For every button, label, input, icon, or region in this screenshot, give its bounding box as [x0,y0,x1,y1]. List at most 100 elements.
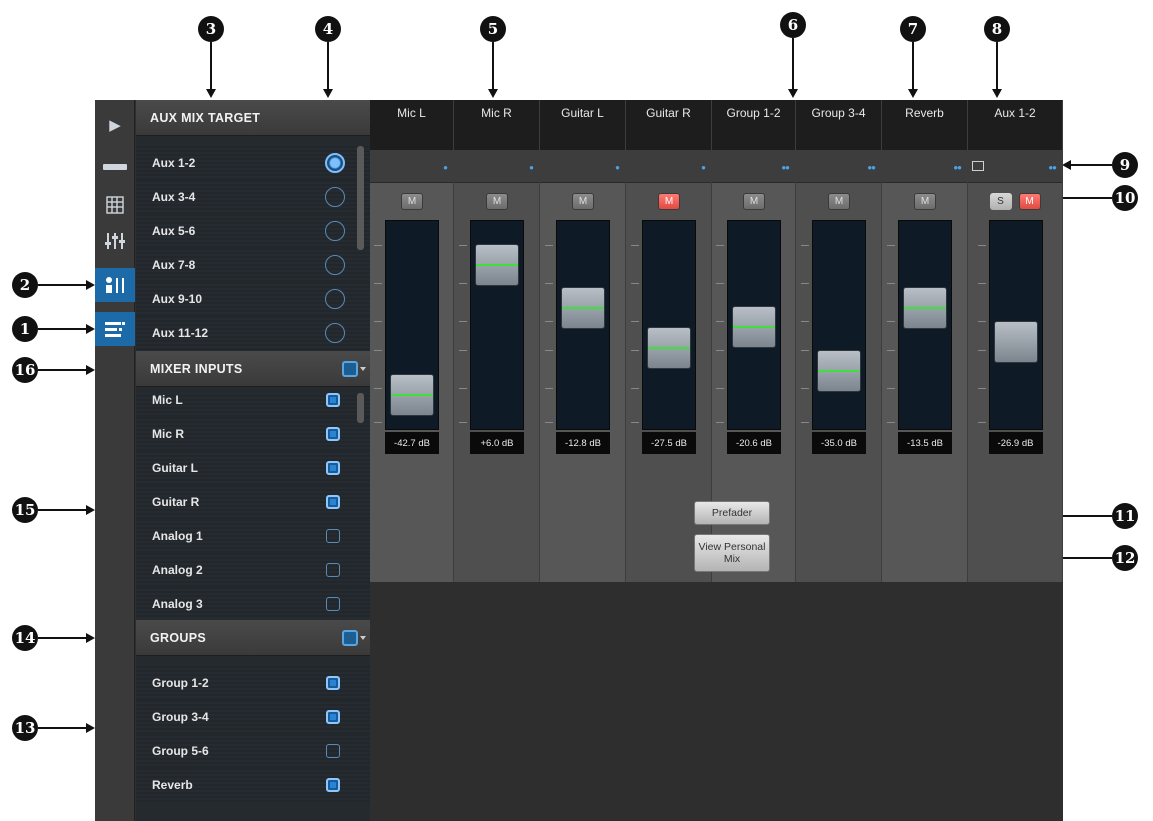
fader-handle[interactable] [647,327,691,369]
mute-button[interactable]: M [914,193,936,210]
checkbox[interactable] [326,495,340,509]
mixer-app-window: ▶ AUX MIX TARGET Aux 1-2 Aux 3-4 Aux 5-6… [95,100,1063,821]
db-readout: -20.6 dB [727,432,781,454]
scale-tick [801,283,809,284]
input-row[interactable]: Mic R [136,417,370,451]
fader-handle[interactable] [817,350,861,392]
db-readout: -26.9 dB [988,432,1043,454]
pan-strip[interactable]: ●● [796,150,881,183]
checkbox[interactable] [326,597,340,611]
pan-strip[interactable]: ●● [712,150,795,183]
mute-button[interactable]: M [1018,193,1041,210]
fader-handle[interactable] [561,287,605,329]
checkbox[interactable] [326,744,340,758]
radio-button[interactable] [325,289,345,309]
fader-track[interactable] [556,220,610,430]
fader-handle[interactable] [475,244,519,286]
checkbox[interactable] [326,563,340,577]
checkbox[interactable] [326,778,340,792]
group-row[interactable]: Reverb [136,768,370,802]
input-row[interactable]: Analog 1 [136,519,370,553]
mute-button[interactable]: M [658,193,680,210]
fader-track[interactable] [988,220,1043,430]
view-personal-mix-button[interactable]: View Personal Mix [694,534,770,572]
aux-target-row[interactable]: Aux 11-12 [136,316,370,350]
radio-button[interactable] [325,255,345,275]
mute-button[interactable]: M [828,193,850,210]
scale-tick [887,245,895,246]
checkbox[interactable] [326,676,340,690]
mute-button[interactable]: M [486,193,508,210]
mixer-inputs-select-all[interactable] [342,361,358,377]
link-icon[interactable] [972,161,984,171]
input-row[interactable]: Guitar L [136,451,370,485]
scale-tick [977,388,986,389]
scale-tick [374,245,382,246]
checkbox[interactable] [326,393,340,407]
list-view-icon[interactable] [95,312,135,346]
group-row[interactable]: Group 3-4 [136,700,370,734]
scale-tick [545,422,553,423]
checkbox[interactable] [326,427,340,441]
checkbox[interactable] [326,461,340,475]
input-row[interactable]: Mic L [136,393,370,417]
group-row[interactable]: Group 5-6 [136,734,370,768]
mute-button[interactable]: M [743,193,765,210]
checkbox[interactable] [326,710,340,724]
group-row[interactable]: Group 1-2 [136,666,370,700]
input-row[interactable]: Analog 3 [136,587,370,619]
fader-track[interactable] [727,220,781,430]
groups-header[interactable]: GROUPS [136,620,370,656]
radio-button[interactable] [325,153,345,173]
mixer-inputs-header[interactable]: MIXER INPUTS [136,351,370,387]
callout-5: 5 [480,16,506,42]
mute-button[interactable]: M [401,193,423,210]
radio-button[interactable] [325,187,345,207]
pan-strip[interactable]: ● [454,150,539,183]
input-row[interactable]: Analog 2 [136,553,370,587]
fader-handle[interactable] [993,321,1038,363]
fader-track[interactable] [642,220,696,430]
db-readout: -42.7 dB [385,432,439,454]
checkbox[interactable] [326,529,340,543]
scale-tick [631,388,639,389]
fader-track[interactable] [812,220,866,430]
radio-button[interactable] [325,323,345,343]
device-icon[interactable] [95,150,135,184]
pan-strip[interactable]: ● [626,150,711,183]
groups-select-all[interactable] [342,630,358,646]
fader-handle[interactable] [903,287,947,329]
solo-button[interactable]: S [989,193,1012,210]
aux-mix-icon[interactable] [95,268,135,302]
fader-handle[interactable] [732,306,776,348]
chevron-down-icon[interactable] [360,367,366,371]
aux-target-row[interactable]: Aux 5-6 [136,214,370,248]
aux-target-row[interactable]: Aux 3-4 [136,180,370,214]
pan-strip[interactable]: ● [370,150,453,183]
channel-strip: Group 3-4 ●● M -35.0 dB [796,100,882,582]
pan-strip[interactable]: ● [540,150,625,183]
aux-target-row[interactable]: Aux 7-8 [136,248,370,282]
fader-track[interactable] [470,220,524,430]
pan-strip[interactable]: ●● [968,150,1062,183]
scale-tick [374,321,382,322]
aux-target-row[interactable]: Aux 1-2 [136,146,370,180]
channel-strip: Mic R ● M +6.0 dB [454,100,540,582]
mixer-faders-icon[interactable] [95,224,135,258]
chevron-down-icon[interactable] [360,636,366,640]
inputs-list-scrollbar[interactable] [357,393,364,423]
scale-tick [716,245,724,246]
pan-strip[interactable]: ●● [882,150,967,183]
aux-list-scrollbar[interactable] [357,146,364,250]
prefader-button[interactable]: Prefader [694,501,770,525]
fader-handle[interactable] [390,374,434,416]
mute-button[interactable]: M [572,193,594,210]
input-row[interactable]: Guitar R [136,485,370,519]
aux-target-row[interactable]: Aux 9-10 [136,282,370,316]
callout-11: 11 [1112,503,1138,529]
grid-routing-icon[interactable] [95,188,135,222]
expand-arrow-icon[interactable]: ▶ [95,108,135,142]
fader-track[interactable] [898,220,952,430]
radio-button[interactable] [325,221,345,241]
fader-track[interactable] [385,220,439,430]
